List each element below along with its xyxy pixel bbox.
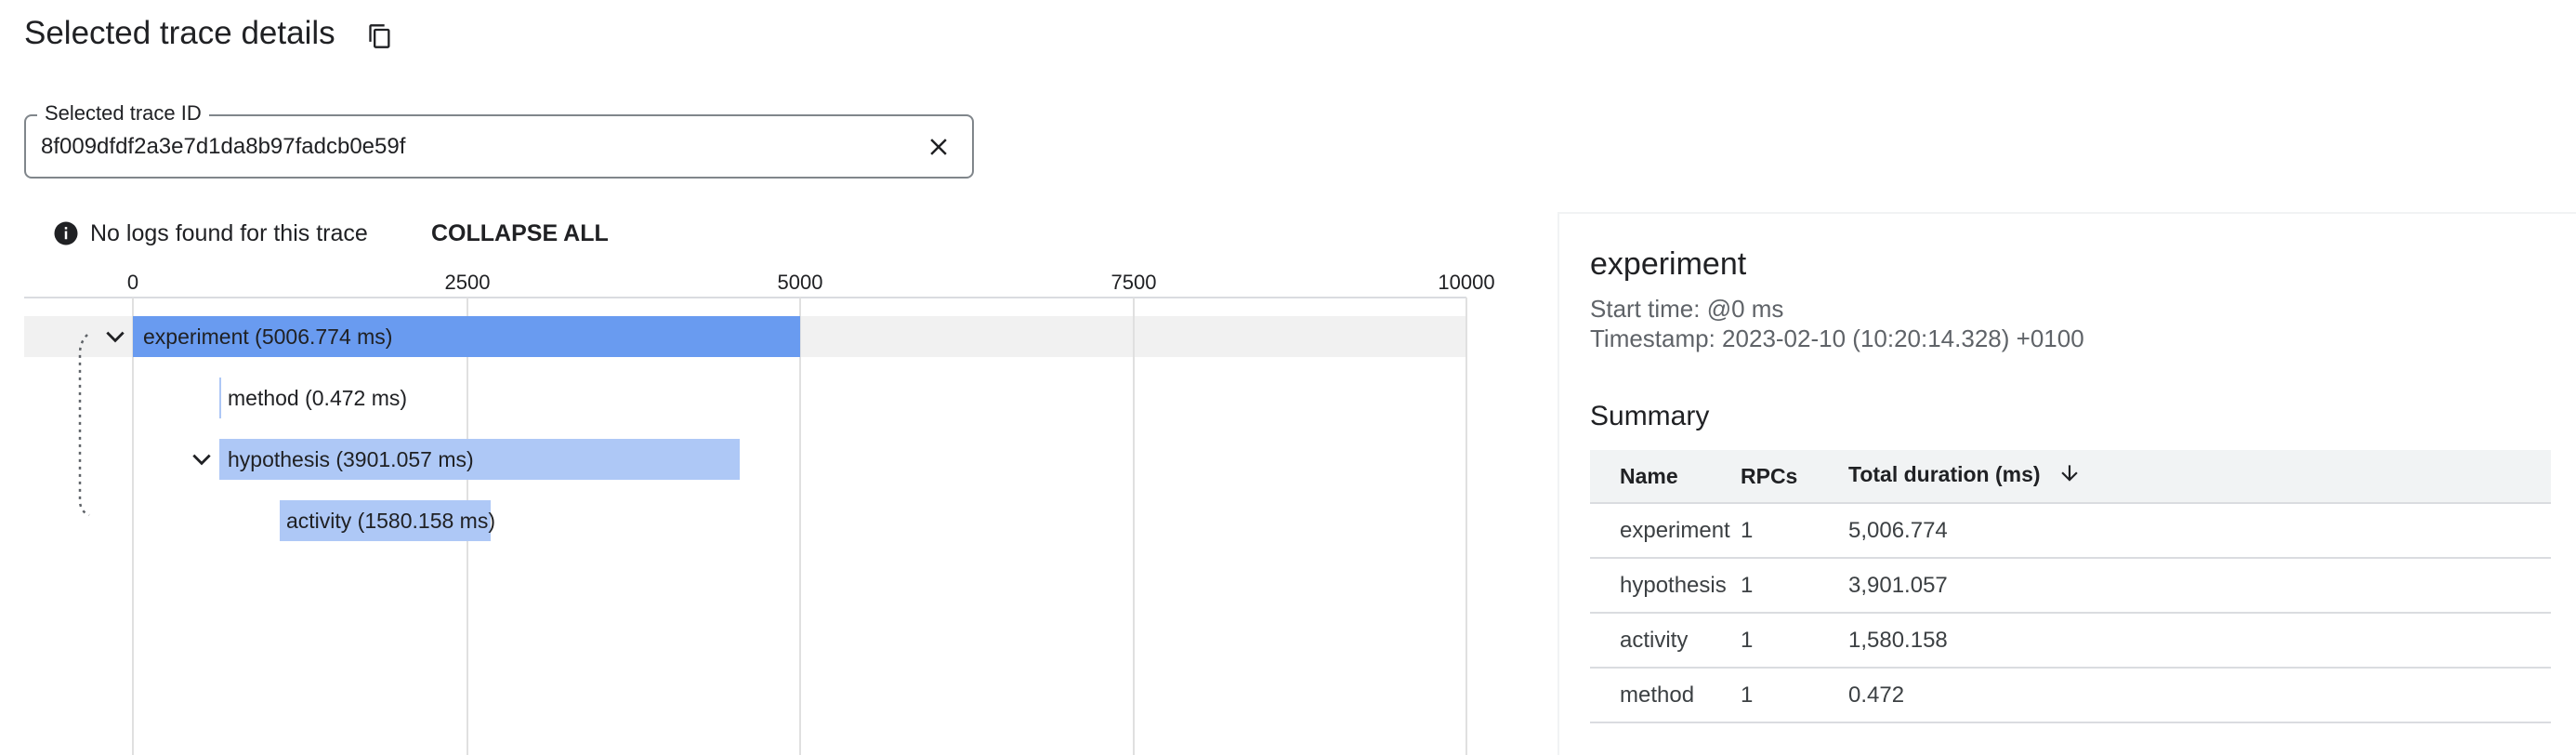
span-label-experiment: experiment (5006.774 ms) xyxy=(143,325,393,349)
column-header-total-duration-label: Total duration (ms) xyxy=(1848,462,2041,487)
collapse-all-button[interactable]: COLLAPSE ALL xyxy=(431,219,609,247)
axis-tick-label: 5000 xyxy=(777,271,823,294)
span-title: experiment xyxy=(1590,246,1747,282)
cell-total-duration: 3,901.057 xyxy=(1848,558,2551,614)
cell-rpcs: 1 xyxy=(1741,503,1848,559)
axis-tick-label: 2500 xyxy=(444,271,491,294)
span-bar-method[interactable] xyxy=(219,378,222,418)
span-label-method: method (0.472 ms) xyxy=(228,386,408,410)
cell-rpcs: 1 xyxy=(1741,558,1848,614)
gridline xyxy=(799,298,801,755)
cell-name: experiment xyxy=(1590,503,1741,559)
table-row[interactable]: hypothesis 1 3,901.057 xyxy=(1590,558,2551,614)
cell-total-duration: 5,006.774 xyxy=(1848,503,2551,559)
collapse-experiment-chevron-icon[interactable] xyxy=(99,321,131,352)
axis-tick-label: 10000 xyxy=(1438,271,1495,294)
trace-id-input[interactable]: 8f009dfdf2a3e7d1da8b97fadcb0e59f xyxy=(41,133,405,161)
tree-connector xyxy=(78,334,90,517)
page-title: Selected trace details xyxy=(24,15,335,51)
summary-table: Name RPCs Total duration (ms) experiment… xyxy=(1590,450,2551,723)
table-header-row: Name RPCs Total duration (ms) xyxy=(1590,450,2551,504)
table-row[interactable]: method 1 0.472 xyxy=(1590,668,2551,723)
trace-id-label: Selected trace ID xyxy=(37,101,209,126)
span-label-hypothesis: hypothesis (3901.057 ms) xyxy=(228,447,474,471)
cell-name: method xyxy=(1590,668,1741,723)
table-row[interactable]: experiment 1 5,006.774 xyxy=(1590,503,2551,559)
info-icon xyxy=(52,219,80,247)
cell-name: activity xyxy=(1590,613,1741,669)
summary-heading: Summary xyxy=(1590,401,1710,431)
close-icon[interactable] xyxy=(920,128,957,166)
timeline-axis xyxy=(24,297,1466,298)
gridline xyxy=(132,298,134,755)
column-header-rpcs-label: RPCs xyxy=(1741,463,1798,488)
collapse-hypothesis-chevron-icon[interactable] xyxy=(186,444,217,475)
column-header-name[interactable]: Name xyxy=(1590,450,1741,504)
axis-tick-label: 0 xyxy=(126,271,139,294)
cell-rpcs: 1 xyxy=(1741,613,1848,669)
cell-rpcs: 1 xyxy=(1741,668,1848,723)
column-header-total-duration[interactable]: Total duration (ms) xyxy=(1848,450,2551,504)
span-start-time: Start time: @0 ms xyxy=(1590,295,1784,323)
table-row[interactable]: activity 1 1,580.158 xyxy=(1590,613,2551,669)
sort-descending-icon[interactable] xyxy=(2057,461,2082,491)
column-header-name-label: Name xyxy=(1620,463,1678,488)
cell-name: hypothesis xyxy=(1590,558,1741,614)
copy-icon[interactable] xyxy=(362,19,398,54)
cell-total-duration: 1,580.158 xyxy=(1848,613,2551,669)
column-header-rpcs[interactable]: RPCs xyxy=(1741,450,1848,504)
span-timestamp: Timestamp: 2023-02-10 (10:20:14.328) +01… xyxy=(1590,325,2084,352)
gridline xyxy=(1133,298,1135,755)
span-label-activity: activity (1580.158 ms) xyxy=(286,509,495,533)
axis-tick-label: 7500 xyxy=(1111,271,1157,294)
no-logs-message: No logs found for this trace xyxy=(90,220,368,246)
cell-total-duration: 0.472 xyxy=(1848,668,2551,723)
gridline xyxy=(1465,298,1467,755)
